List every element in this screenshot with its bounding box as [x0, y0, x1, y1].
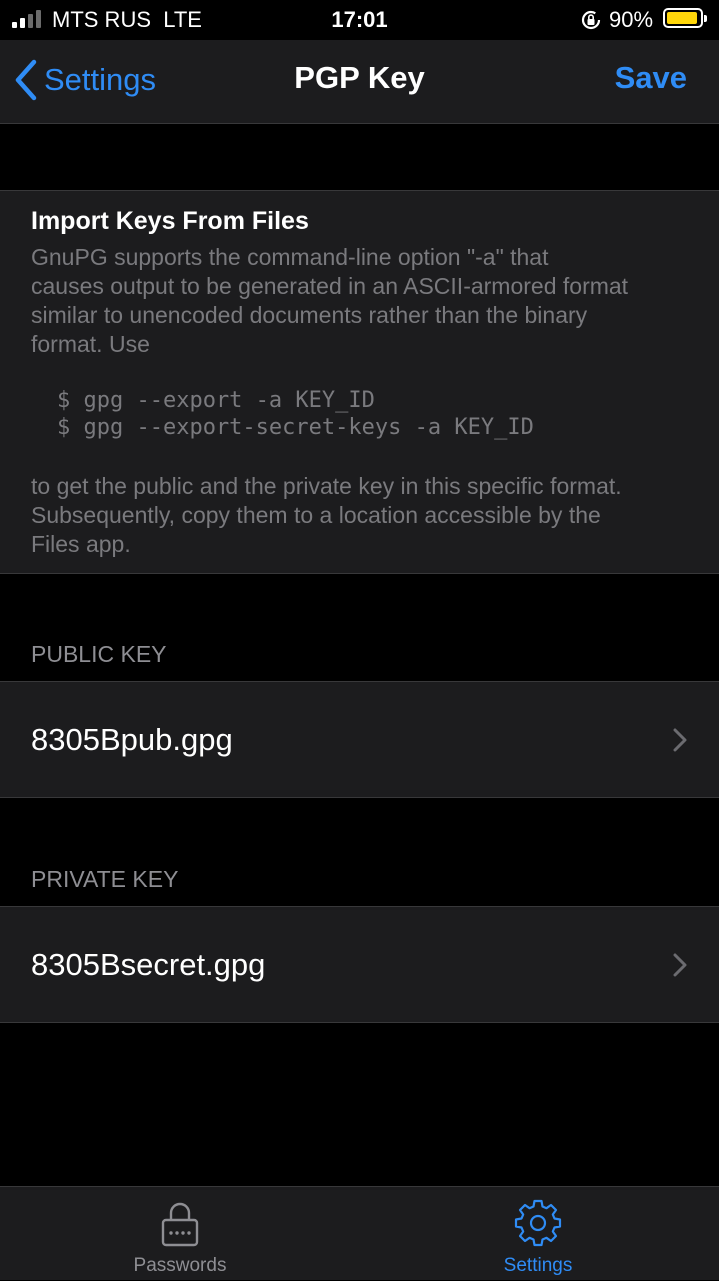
info-title: Import Keys From Files — [31, 207, 309, 235]
battery-icon — [663, 8, 707, 28]
tab-passwords-label: Passwords — [133, 1255, 227, 1276]
chevron-left-icon — [15, 59, 37, 101]
orientation-lock-icon — [581, 10, 601, 30]
battery-percent: 90% — [609, 7, 654, 32]
save-button[interactable]: Save — [615, 60, 687, 96]
chevron-right-icon — [673, 728, 687, 752]
code-line-export-secret: $ gpg --export-secret-keys -a KEY_ID — [57, 415, 534, 440]
public-key-file-label: 8305Bpub.gpg — [31, 722, 233, 757]
gear-icon — [514, 1199, 562, 1247]
private-key-cell[interactable]: 8305Bsecret.gpg — [0, 906, 719, 1023]
status-bar: MTS RUS LTE 17:01 90% — [0, 0, 719, 40]
public-key-cell[interactable]: 8305Bpub.gpg — [0, 681, 719, 798]
tab-settings[interactable]: Settings — [438, 1187, 638, 1281]
navigation-bar: Settings PGP Key Save — [0, 40, 719, 124]
tab-passwords[interactable]: Passwords — [80, 1187, 280, 1281]
tab-settings-label: Settings — [503, 1255, 573, 1276]
private-key-file-label: 8305Bsecret.gpg — [31, 947, 266, 982]
code-line-export: $ gpg --export -a KEY_ID — [57, 388, 375, 413]
back-button-label: Settings — [44, 62, 157, 97]
tab-bar: Passwords Settings — [0, 1186, 719, 1280]
lock-icon — [161, 1202, 199, 1247]
public-key-section-header: PUBLIC KEY — [31, 641, 167, 667]
info-intro-text: GnuPG supports the command-line option "… — [31, 244, 629, 357]
chevron-right-icon — [673, 953, 687, 977]
private-key-section-header: PRIVATE KEY — [31, 866, 179, 892]
info-outro-text: to get the public and the private key in… — [31, 473, 622, 557]
back-button[interactable]: Settings — [14, 58, 156, 102]
import-info-card: Import Keys From Files GnuPG supports th… — [0, 190, 719, 574]
